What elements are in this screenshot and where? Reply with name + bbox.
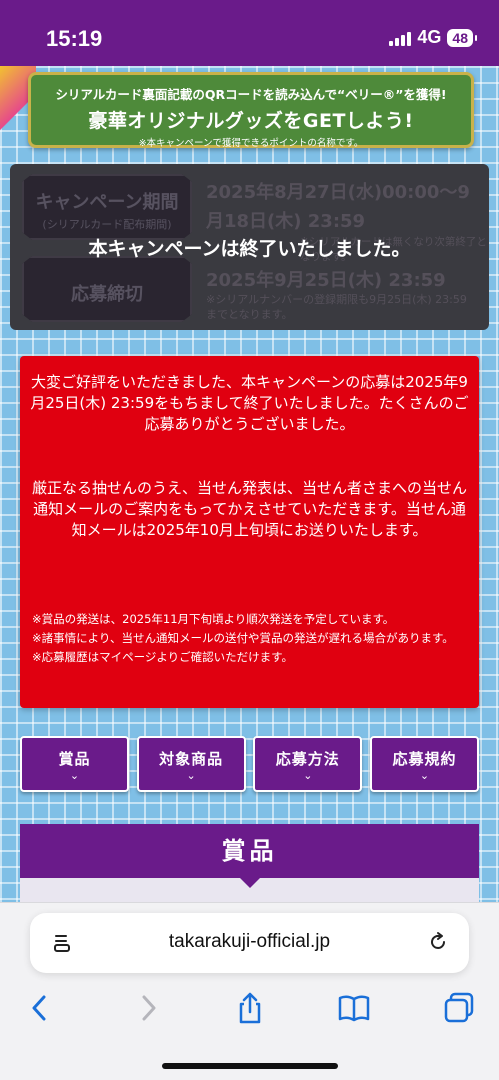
- campaign-closed-notice: 大変ご好評をいただきました、本キャンペーンの応募は2025年9月25日(木) 2…: [20, 356, 479, 708]
- banner-note: ※本キャンペーンで獲得できるポイントの名称です。: [138, 138, 364, 149]
- chevron-down-icon: ⌄: [303, 769, 313, 782]
- cellular-signal-icon: [389, 30, 412, 46]
- share-icon[interactable]: [233, 991, 267, 1025]
- campaign-period-dates: 2025年8月27日(水)00:00～9月18日(木) 23:59: [206, 182, 470, 232]
- notice-footnotes: ※賞品の発送は、2025年11月下旬頃より順次発送を予定しています。 ※諸事情に…: [32, 610, 469, 667]
- deadline-note: ※シリアルナンバーの登録期限も9月25日(木) 23:59までとなります。: [206, 293, 467, 321]
- nav-button-how-to-apply[interactable]: 応募方法 ⌄: [253, 736, 363, 792]
- navigation-toolbar: [0, 987, 499, 1031]
- notice-footnote: ※賞品の発送は、2025年11月下旬頃より順次発送を予定しています。: [32, 612, 395, 626]
- forward-icon[interactable]: [130, 991, 164, 1025]
- tabs-icon[interactable]: [442, 991, 476, 1025]
- campaign-period-box: キャンペーン期間 (シリアルカード配布期間) 2025年8月27日(水)00:0…: [10, 164, 489, 330]
- bookmarks-icon[interactable]: [337, 991, 371, 1025]
- banner-title: 豪華オリジナルグッズをGETしよう!: [88, 110, 414, 132]
- notice-footnote: ※応募履歴はマイページよりご確認いただけます。: [32, 650, 294, 664]
- back-icon[interactable]: [24, 991, 58, 1025]
- campaign-banner: シリアルカード裏面記載のQRコードを読み込んで“ベリー®”を獲得! 豪華オリジナ…: [28, 72, 474, 149]
- section-title: 賞品: [20, 824, 479, 888]
- campaign-period-subtitle: (シリアルカード配布期間): [42, 218, 172, 231]
- reload-icon[interactable]: [427, 931, 449, 953]
- deadline-label: 応募締切: [22, 256, 192, 322]
- notice-thanks-text: 大変ご好評をいただきました、本キャンペーンの応募は2025年9月25日(木) 2…: [30, 373, 469, 433]
- prizes-section: 賞品: [20, 824, 479, 902]
- nav-button-label: 応募規約: [392, 750, 457, 768]
- chevron-down-icon: ⌄: [69, 769, 80, 782]
- browser-toolbar: takarakuji-official.jp: [0, 902, 499, 1080]
- section-nav: 賞品 ⌄ 対象商品 ⌄ 応募方法 ⌄ 応募規約 ⌄: [20, 736, 479, 792]
- campaign-period-label: キャンペーン期間 (シリアルカード配布期間): [22, 174, 192, 240]
- status-time: 15:19: [46, 26, 103, 51]
- url-text: takarakuji-official.jp: [168, 931, 331, 952]
- web-content[interactable]: シリアルカード裏面記載のQRコードを読み込んで“ベリー®”を獲得! 豪華オリジナ…: [0, 66, 499, 902]
- notice-winner-text: 厳正なる抽せんのうえ、当せん発表は、当せん者さまへの当せん通知メールのご案内をも…: [31, 479, 467, 539]
- nav-button-label: 応募方法: [275, 750, 340, 768]
- network-type: 4G: [417, 27, 442, 47]
- deadline-date: 2025年9月25日(木) 23:59: [206, 270, 446, 291]
- nav-button-terms[interactable]: 応募規約 ⌄: [369, 736, 479, 792]
- nav-button-label: 賞品: [58, 750, 91, 768]
- notice-footnote: ※諸事情により、当せん通知メールの送付や賞品の発送が遅れる場合があります。: [32, 631, 454, 645]
- nav-button-label: 対象商品: [159, 750, 224, 768]
- battery-icon: 48: [447, 28, 477, 47]
- deadline-title: 応募締切: [71, 284, 143, 305]
- chevron-down-icon: ⌄: [419, 769, 430, 782]
- nav-button-products[interactable]: 対象商品 ⌄: [136, 736, 246, 792]
- chevron-down-icon: ⌄: [186, 769, 196, 782]
- nav-button-prizes[interactable]: 賞品 ⌄: [20, 736, 129, 792]
- status-bar: 15:19 4G 48: [0, 0, 499, 66]
- banner-headline: シリアルカード裏面記載のQRコードを読み込んで“ベリー®”を獲得!: [55, 87, 447, 102]
- home-indicator[interactable]: [162, 1063, 338, 1069]
- campaign-ended-message: 本キャンペーンは終了いたしました。: [88, 238, 411, 260]
- status-indicators: 4G 48: [389, 27, 477, 48]
- address-bar[interactable]: takarakuji-official.jp: [30, 913, 469, 973]
- campaign-period-title: キャンペーン期間: [35, 192, 179, 213]
